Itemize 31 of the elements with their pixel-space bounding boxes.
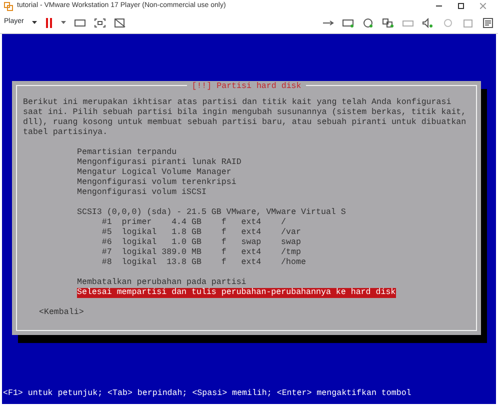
back-button[interactable]: <Kembali>: [39, 308, 84, 318]
partition-row[interactable]: #8 logikal 13.8 GB f ext4 /home: [77, 258, 470, 268]
menu-item[interactable]: Mengonfigurasi volum terenkripsi: [77, 178, 236, 188]
unity-icon[interactable]: [114, 18, 126, 28]
maximize-icon[interactable]: [458, 3, 464, 9]
menu-item[interactable]: Pemartisian terpandu: [77, 148, 177, 158]
partition-row[interactable]: #1 primer 4.4 GB f ext4 /: [77, 218, 470, 228]
minimize-icon[interactable]: [436, 3, 442, 9]
speaker-icon[interactable]: [422, 18, 434, 28]
menu-item[interactable]: Mengonfigurasi piranti lunak RAID: [77, 158, 242, 168]
cd-icon[interactable]: [362, 18, 374, 28]
network-icon[interactable]: [382, 18, 394, 28]
menu-item[interactable]: Mengonfigurasi volum iSCSI: [77, 188, 206, 198]
close-icon[interactable]: [480, 3, 486, 9]
dialog-description: Berikut ini merupakan ikhtisar atas partisi dan titik kait yang telah Anda konfigurasi saat ini. Pilih sebuah partisi bila ingin mengubah susunannya (sistem berkas, titik kait, dll), ruang kosong untuk membuat sebuah partisi baru, atau sebuah piranti untuk dibuatkan tabel partisinya.: [23, 98, 468, 138]
fullscreen-icon[interactable]: [94, 18, 106, 28]
disk-item[interactable]: SCSI3 (0,0,0) (sda) - 21.5 GB VMware, VMware Virtual S: [77, 208, 346, 218]
pause-icon[interactable]: [44, 18, 53, 28]
partition-row[interactable]: #6 logikal 1.0 GB f swap swap: [77, 238, 470, 248]
app-logo-icon: [4, 2, 13, 10]
message-log-icon[interactable]: [482, 18, 494, 28]
partition-row[interactable]: #5 logikal 1.8 GB f ext4 /var: [77, 228, 470, 238]
menu-item[interactable]: Membatalkan perubahan pada partisi: [77, 278, 246, 288]
caret-icon[interactable]: [32, 21, 37, 24]
partition-row[interactable]: #7 logikal 389.0 MB f ext4 /tmp: [77, 248, 470, 258]
menu-item[interactable]: Mengatur Logical Volume Manager: [77, 168, 232, 178]
status-text: <F1> untuk petunjuk; <Tab> berpindah; <Spasi> memilih; <Enter> mengaktifkan tombol: [3, 389, 412, 398]
arrows-icon[interactable]: [322, 18, 334, 28]
menu-item[interactable]: Selesai mempartisi dan tulis perubahan-perubahannya ke hard disk: [77, 288, 396, 298]
caret-icon[interactable]: [60, 21, 66, 24]
dialog-title: [!!] Partisi hard disk: [186, 82, 306, 91]
